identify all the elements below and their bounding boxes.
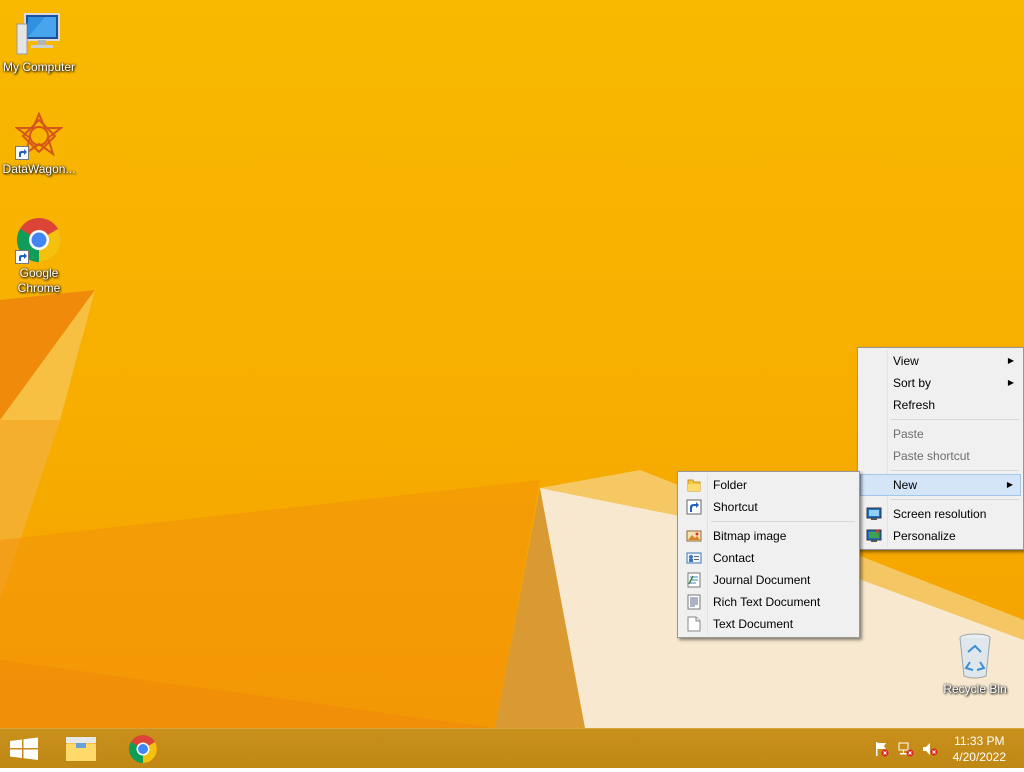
contact-icon	[686, 550, 702, 566]
menu-item-label: Contact	[713, 551, 755, 565]
submenu-item-shortcut[interactable]: Shortcut	[680, 496, 857, 518]
taskbar-google-chrome[interactable]	[116, 729, 172, 769]
submenu-arrow-icon: ▶	[1007, 356, 1014, 365]
personalize-icon	[866, 528, 882, 544]
menu-item-label: Text Document	[713, 617, 794, 631]
bitmap-image-icon	[686, 528, 702, 544]
menu-item-label: View	[893, 354, 919, 368]
menu-item-label: Paste shortcut	[893, 449, 970, 463]
screen-resolution-icon	[866, 506, 882, 522]
submenu-item-bitmap-image[interactable]: Bitmap image	[680, 525, 857, 547]
folder-icon	[686, 477, 702, 493]
windows-logo-icon	[10, 737, 38, 760]
shortcut-arrow-icon	[15, 146, 29, 160]
menu-item-label: Folder	[713, 478, 748, 492]
menu-item-paste[interactable]: Paste	[860, 423, 1021, 445]
menu-separator	[891, 499, 1019, 500]
desktop-icon-label: DataWagon...	[2, 162, 76, 176]
menu-item-label: Personalize	[893, 529, 956, 543]
menu-item-screen-resolution[interactable]: Screen resolution	[860, 503, 1021, 525]
menu-item-label: Shortcut	[713, 500, 758, 514]
menu-item-view[interactable]: View ▶	[860, 350, 1021, 372]
datawagon-icon	[14, 111, 64, 160]
start-button[interactable]	[0, 729, 56, 769]
text-document-icon	[686, 616, 702, 632]
submenu-item-folder[interactable]: Folder	[680, 474, 857, 496]
clock-time: 11:33 PM	[954, 734, 1005, 748]
menu-item-label: Paste	[893, 427, 924, 441]
shortcut-icon	[686, 499, 702, 515]
menu-item-label: Rich Text Document	[713, 595, 821, 609]
menu-item-label: Screen resolution	[893, 507, 987, 521]
menu-item-sort-by[interactable]: Sort by ▶	[860, 372, 1021, 394]
rich-text-document-icon	[686, 594, 702, 610]
menu-separator	[711, 521, 855, 522]
shortcut-arrow-icon	[15, 250, 29, 264]
desktop-icon-recycle-bin[interactable]: Recycle Bin	[936, 632, 1014, 697]
taskbar-file-explorer[interactable]	[54, 729, 110, 769]
menu-item-personalize[interactable]: Personalize	[860, 525, 1021, 547]
desktop-icon-google-chrome[interactable]: Google Chrome	[0, 216, 78, 296]
menu-item-new[interactable]: New ▶	[860, 474, 1021, 496]
menu-separator	[891, 470, 1019, 471]
action-center-flag-icon[interactable]	[874, 741, 890, 757]
menu-item-label: Journal Document	[713, 573, 811, 587]
desktop-icon-my-computer[interactable]: My Computer	[0, 10, 78, 75]
taskbar-clock[interactable]: 11:33 PM 4/20/2022	[953, 733, 1006, 765]
file-explorer-icon	[65, 736, 97, 762]
menu-item-paste-shortcut[interactable]: Paste shortcut	[860, 445, 1021, 467]
clock-date: 4/20/2022	[952, 750, 1006, 764]
desktop-icon-label: My Computer	[2, 60, 76, 74]
recycle-bin-icon	[951, 632, 999, 680]
desktop-icon-datawagon[interactable]: DataWagon...	[0, 111, 78, 177]
menu-item-label: Sort by	[893, 376, 932, 390]
submenu-item-journal-document[interactable]: Journal Document	[680, 569, 857, 591]
journal-document-icon	[686, 572, 702, 588]
desktop-context-menu: View ▶ Sort by ▶ Refresh Paste Paste short…	[857, 347, 1024, 550]
volume-muted-icon[interactable]	[922, 741, 938, 757]
chrome-icon	[129, 735, 157, 763]
new-submenu: Folder Shortcut Bitmap image Contact Jou…	[677, 471, 860, 638]
submenu-item-rich-text-document[interactable]: Rich Text Document	[680, 591, 857, 613]
submenu-item-text-document[interactable]: Text Document	[680, 613, 857, 635]
menu-item-label: New	[893, 478, 918, 492]
desktop-icon-label: Google Chrome	[17, 266, 61, 295]
menu-separator	[891, 419, 1019, 420]
menu-item-label: Refresh	[893, 398, 936, 412]
menu-item-refresh[interactable]: Refresh	[860, 394, 1021, 416]
submenu-item-contact[interactable]: Contact	[680, 547, 857, 569]
submenu-arrow-icon: ▶	[1006, 480, 1013, 489]
desktop-icon-label: Recycle Bin	[943, 682, 1007, 696]
taskbar: 11:33 PM 4/20/2022	[0, 728, 1024, 768]
network-icon[interactable]	[898, 741, 914, 757]
menu-item-label: Bitmap image	[713, 529, 787, 543]
submenu-arrow-icon: ▶	[1007, 378, 1014, 387]
chrome-icon	[15, 216, 63, 264]
computer-icon	[15, 10, 63, 58]
